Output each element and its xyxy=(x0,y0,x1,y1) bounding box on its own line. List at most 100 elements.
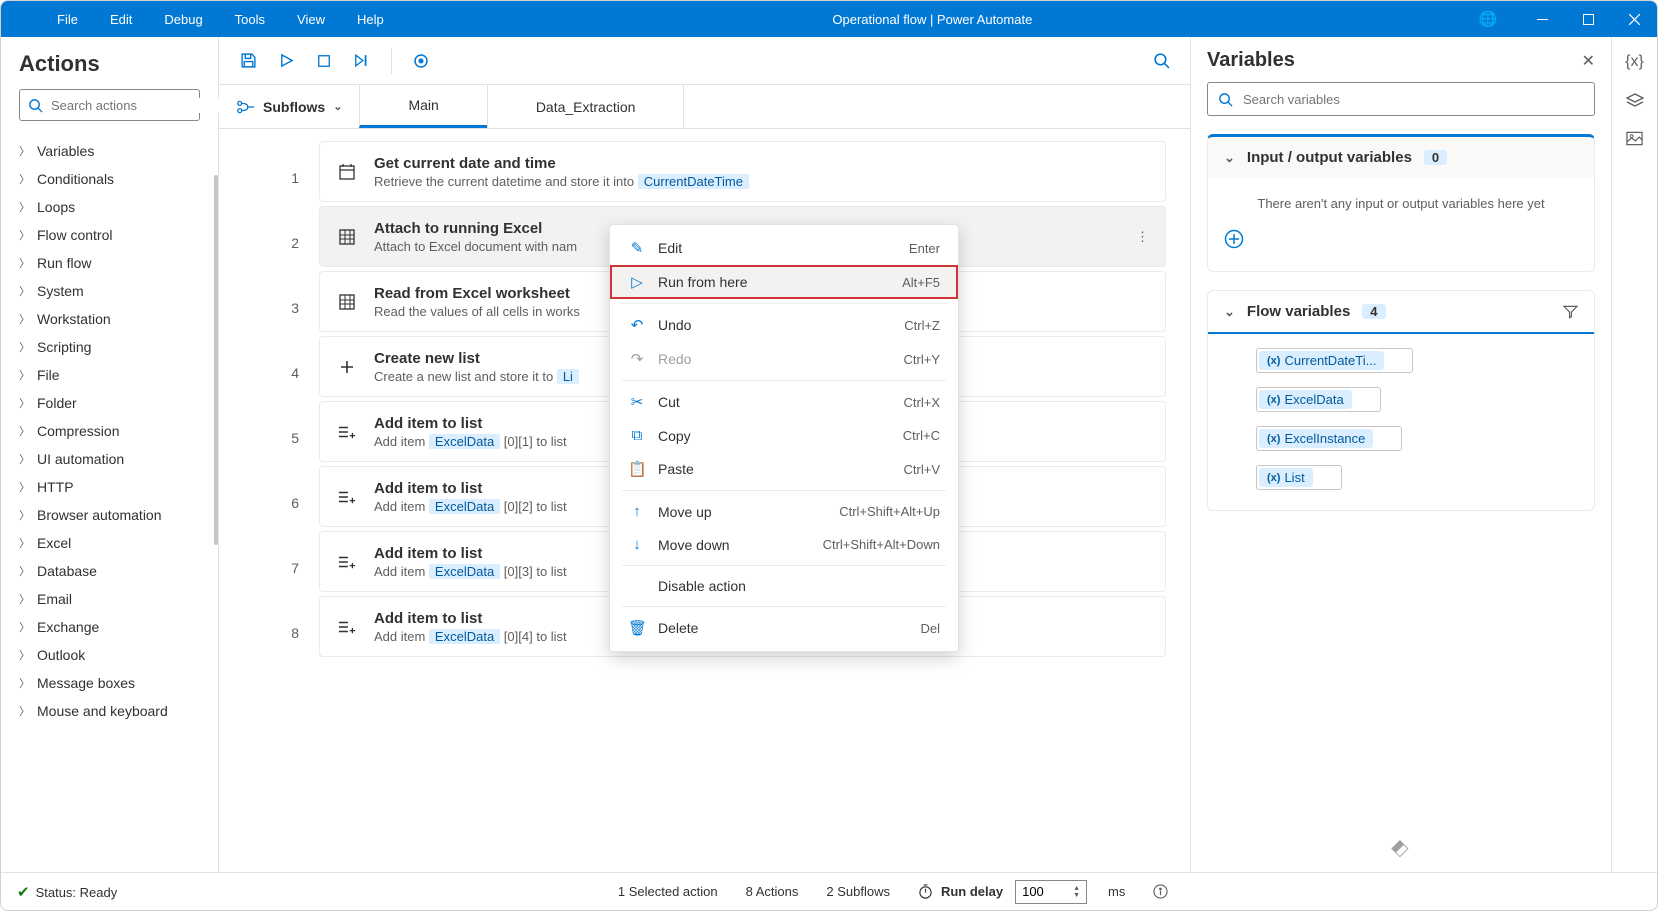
stop-button[interactable] xyxy=(307,44,341,78)
variable-chip[interactable]: (x)ExcelData xyxy=(1256,387,1381,412)
layers-rail-icon[interactable] xyxy=(1626,93,1644,109)
eraser-icon[interactable]: ◧ xyxy=(1389,836,1414,861)
run-delay-control: Run delay ▲▼ xyxy=(918,880,1080,904)
action-category[interactable]: 〉File xyxy=(7,361,212,389)
action-category[interactable]: 〉Email xyxy=(7,585,212,613)
context-menu-item[interactable]: ▷Run from hereAlt+F5 xyxy=(610,265,958,299)
variables-rail-icon[interactable]: {x} xyxy=(1625,53,1644,71)
step-icon xyxy=(336,619,358,635)
scrollbar-thumb[interactable] xyxy=(214,175,218,545)
menu-tools[interactable]: Tools xyxy=(219,4,281,35)
subflows-dropdown[interactable]: Subflows ⌄ xyxy=(219,85,360,128)
actions-tree[interactable]: 〉Variables〉Conditionals〉Loops〉Flow contr… xyxy=(1,133,218,872)
menu-item-shortcut: Ctrl+X xyxy=(904,395,940,410)
variable-chip[interactable]: (x)ExcelInstance xyxy=(1256,426,1402,451)
maximize-button[interactable] xyxy=(1565,1,1611,37)
search-flow-button[interactable] xyxy=(1144,44,1178,78)
variable-chip[interactable]: (x) List xyxy=(1256,465,1342,490)
tab-main[interactable]: Main xyxy=(359,85,487,128)
action-category[interactable]: 〉Database xyxy=(7,557,212,585)
menu-debug[interactable]: Debug xyxy=(148,4,218,35)
menu-edit[interactable]: Edit xyxy=(94,4,148,35)
action-category[interactable]: 〉System xyxy=(7,277,212,305)
variable-chip[interactable]: (x)CurrentDateTi... xyxy=(1256,348,1413,373)
info-icon[interactable] xyxy=(1153,884,1168,899)
image-rail-icon[interactable] xyxy=(1626,131,1643,146)
menu-view[interactable]: View xyxy=(281,4,341,35)
action-category[interactable]: 〉Compression xyxy=(7,417,212,445)
variables-search[interactable] xyxy=(1207,82,1595,116)
context-menu-item[interactable]: ↑Move upCtrl+Shift+Alt+Up xyxy=(610,495,958,528)
step-icon xyxy=(336,424,358,440)
window-title: Operational flow | Power Automate xyxy=(400,12,1465,27)
variables-heading: Variables xyxy=(1207,49,1295,72)
flow-variables-header[interactable]: ⌄ Flow variables 4 xyxy=(1208,291,1594,334)
save-button[interactable] xyxy=(231,44,265,78)
timer-icon xyxy=(918,884,933,899)
action-category[interactable]: 〉Loops xyxy=(7,193,212,221)
editor-toolbar xyxy=(219,37,1190,85)
menu-item-shortcut: Ctrl+Shift+Alt+Down xyxy=(823,537,940,552)
variable-type-icon: (x) xyxy=(1267,472,1280,484)
actions-search[interactable] xyxy=(19,89,200,121)
chevron-right-icon: 〉 xyxy=(19,591,29,607)
variable-pill: ExcelData xyxy=(429,629,500,644)
action-category[interactable]: 〉Message boxes xyxy=(7,669,212,697)
context-menu-item[interactable]: ⧉CopyCtrl+C xyxy=(610,419,958,452)
chevron-down-icon: ⌄ xyxy=(1224,150,1235,166)
action-category[interactable]: 〉Outlook xyxy=(7,641,212,669)
action-category-label: Workstation xyxy=(37,311,111,327)
close-button[interactable] xyxy=(1611,1,1657,37)
menu-help[interactable]: Help xyxy=(341,4,400,35)
environment-icon[interactable]: 🌐 xyxy=(1465,1,1511,37)
chevron-right-icon: 〉 xyxy=(19,199,29,215)
main-menu: File Edit Debug Tools View Help xyxy=(1,4,400,35)
menu-item-label: Move down xyxy=(658,537,811,553)
menu-item-label: Cut xyxy=(658,394,892,410)
action-category[interactable]: 〉HTTP xyxy=(7,473,212,501)
context-menu-item[interactable]: Disable action xyxy=(610,570,958,602)
line-number: 5 xyxy=(219,405,319,470)
chevron-right-icon: 〉 xyxy=(19,451,29,467)
io-variables-header[interactable]: ⌄ Input / output variables 0 xyxy=(1208,137,1594,178)
action-category-label: Flow control xyxy=(37,227,112,243)
action-category[interactable]: 〉Variables xyxy=(7,137,212,165)
context-menu-item[interactable]: ✂CutCtrl+X xyxy=(610,385,958,419)
tab-data-extraction[interactable]: Data_Extraction xyxy=(487,85,685,128)
context-menu: ✎EditEnter▷Run from hereAlt+F5 ↶UndoCtrl+… xyxy=(609,224,959,652)
action-category[interactable]: 〉Mouse and keyboard xyxy=(7,697,212,725)
delay-spinner[interactable]: ▲▼ xyxy=(1073,885,1080,899)
run-button[interactable] xyxy=(269,44,303,78)
action-category[interactable]: 〉Folder xyxy=(7,389,212,417)
variables-search-input[interactable] xyxy=(1243,92,1584,107)
context-menu-item[interactable]: 📋PasteCtrl+V xyxy=(610,452,958,486)
step-button[interactable] xyxy=(345,44,379,78)
step-more-icon[interactable]: ⋮ xyxy=(1136,229,1149,245)
record-button[interactable] xyxy=(404,44,438,78)
step-icon xyxy=(336,293,358,311)
actions-search-input[interactable] xyxy=(51,98,227,113)
menu-file[interactable]: File xyxy=(41,4,94,35)
close-panel-button[interactable]: ✕ xyxy=(1582,51,1595,71)
action-category[interactable]: 〉Run flow xyxy=(7,249,212,277)
action-category[interactable]: 〉 Flow control xyxy=(7,221,212,249)
chevron-right-icon: 〉 xyxy=(19,227,29,243)
minimize-button[interactable] xyxy=(1519,1,1565,37)
action-category[interactable]: 〉Browser automation xyxy=(7,501,212,529)
add-io-variable-button[interactable] xyxy=(1224,229,1578,249)
context-menu-item[interactable]: ↓Move downCtrl+Shift+Alt+Down xyxy=(610,528,958,561)
action-category[interactable]: 〉Workstation xyxy=(7,305,212,333)
action-category[interactable]: 〉Scripting xyxy=(7,333,212,361)
action-category[interactable]: 〉Exchange xyxy=(7,613,212,641)
action-category[interactable]: 〉Conditionals xyxy=(7,165,212,193)
context-menu-item[interactable]: 🗑DeleteDel xyxy=(610,611,958,645)
run-delay-unit: ms xyxy=(1108,884,1125,899)
flow-variables-section: ⌄ Flow variables 4 (x)CurrentDateTi... (x… xyxy=(1207,290,1595,511)
action-category[interactable]: 〉UI automation xyxy=(7,445,212,473)
filter-icon[interactable] xyxy=(1563,305,1578,319)
context-menu-item[interactable]: ✎EditEnter xyxy=(610,231,958,265)
context-menu-item[interactable]: ↶UndoCtrl+Z xyxy=(610,308,958,342)
variable-chip-label: List xyxy=(1284,470,1304,485)
flow-step[interactable]: Get current date and timeRetrieve the cu… xyxy=(319,141,1166,202)
action-category[interactable]: 〉Excel xyxy=(7,529,212,557)
